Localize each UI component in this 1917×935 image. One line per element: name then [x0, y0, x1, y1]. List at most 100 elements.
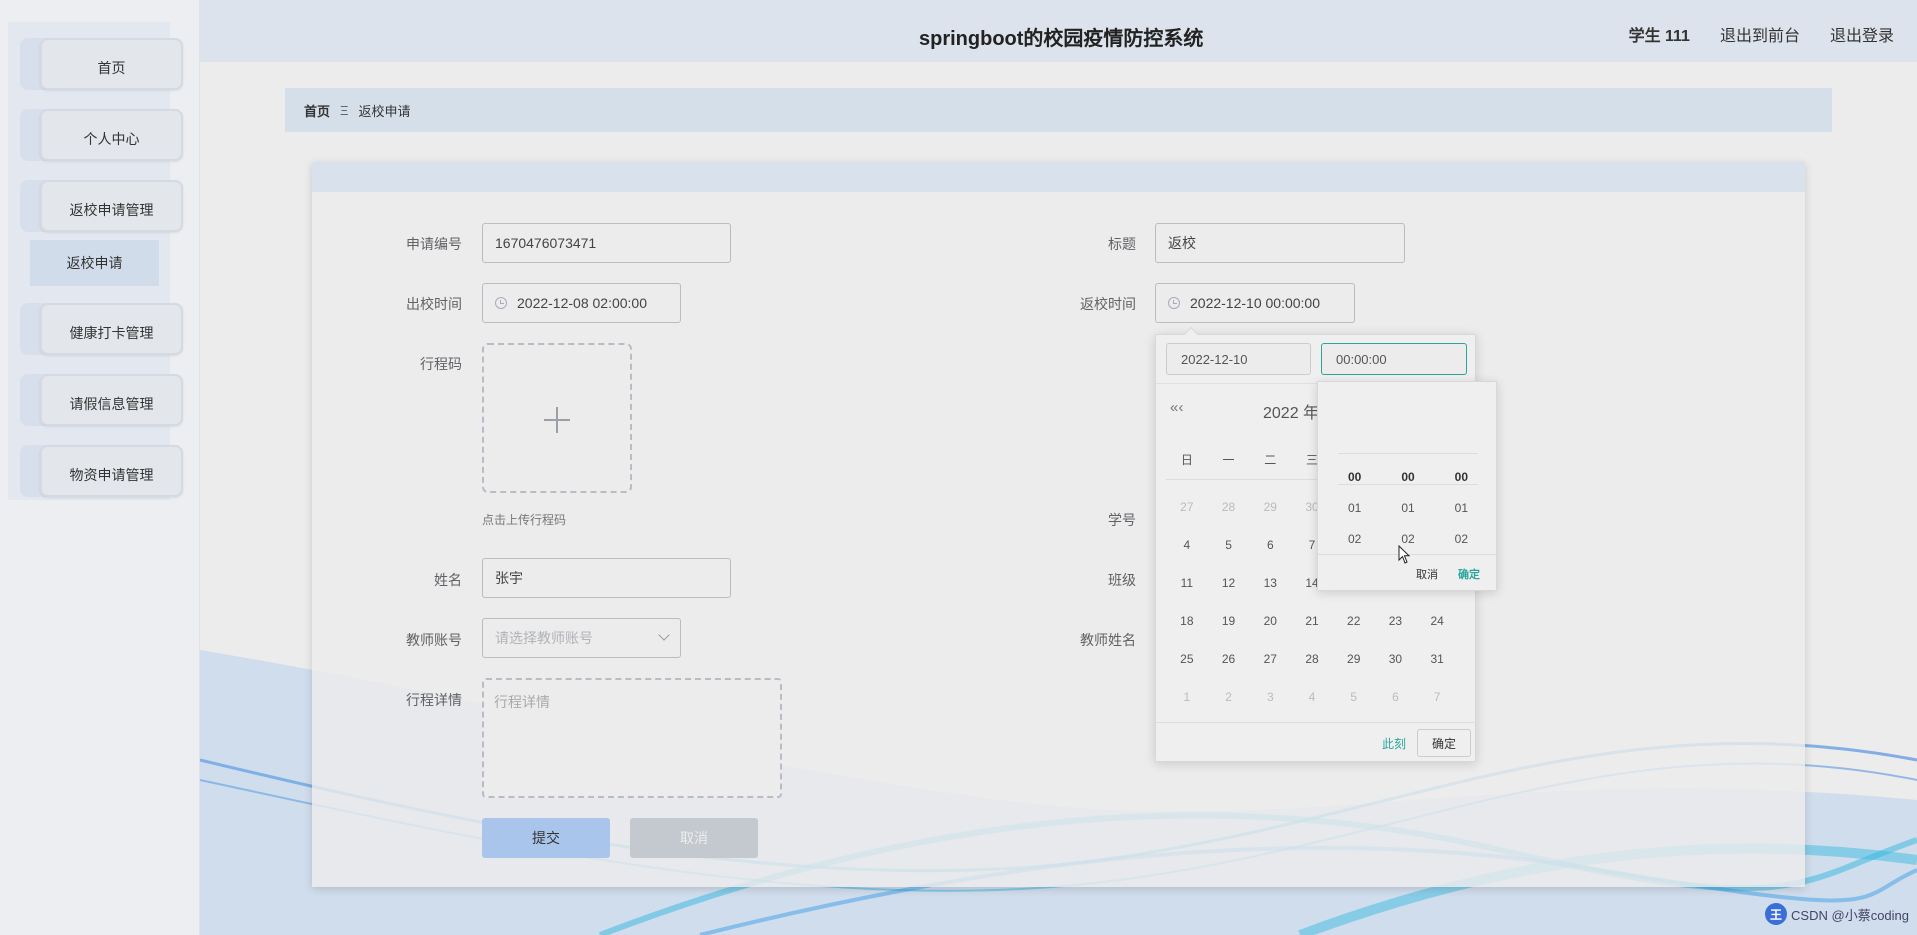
mouse-cursor-icon [1398, 545, 1411, 564]
calendar-day[interactable]: 3 [1249, 678, 1291, 716]
hour-option[interactable]: 00 [1328, 470, 1381, 484]
minute-option[interactable]: 02 [1381, 532, 1434, 546]
leave-time-value: 2022-12-08 02:00:00 [517, 295, 647, 311]
calendar-day[interactable]: 24 [1416, 602, 1458, 640]
submit-button[interactable]: 提交 [482, 818, 610, 858]
form-card: 申请编号 1670476073471 标题 返校 出校时间 2022-12-08… [312, 162, 1805, 887]
time-cancel-button[interactable]: 取消 [1416, 566, 1438, 582]
calendar-day[interactable]: 21 [1291, 602, 1333, 640]
name-input[interactable]: 张宇 [482, 558, 731, 598]
user-name[interactable]: 学生 111 [1629, 22, 1690, 46]
trip-detail-textarea[interactable]: 行程详情 [482, 678, 782, 798]
picker-ok-button[interactable]: 确定 [1417, 729, 1471, 757]
sidebar-subitem-return-apply[interactable]: 返校申请 [30, 240, 159, 286]
leave-time-input[interactable]: 2022-12-08 02:00:00 [482, 283, 681, 323]
weekday: 一 [1222, 453, 1235, 467]
sidebar-item-label: 请假信息管理 [40, 374, 183, 426]
exit-to-front-link[interactable]: 退出到前台 [1720, 22, 1800, 46]
teacher-account-select[interactable]: 请选择教师账号 [482, 618, 681, 658]
calendar-day[interactable]: 27 [1249, 640, 1291, 678]
second-option[interactable]: 00 [1435, 470, 1488, 484]
calendar-day[interactable]: 1 [1166, 678, 1208, 716]
picker-year-label[interactable]: 2022 年 [1263, 399, 1319, 423]
calendar-day[interactable]: 20 [1249, 602, 1291, 640]
csdn-watermark: 王 CSDN @小蔡coding [1765, 903, 1909, 925]
calendar-day[interactable]: 11 [1166, 564, 1208, 602]
leave-time-label: 出校时间 [406, 296, 462, 312]
upload-hint: 点击上传行程码 [482, 513, 567, 527]
calendar-day[interactable]: 26 [1208, 640, 1250, 678]
second-option[interactable]: 01 [1435, 501, 1488, 515]
time-spinner-columns: 00 00 00 01 01 01 02 02 02 [1328, 470, 1488, 546]
apply-no-label: 申请编号 [406, 236, 462, 252]
sidebar-item-label: 返校申请管理 [40, 180, 183, 232]
input-method-logo-icon: 王 [1765, 903, 1788, 925]
calendar-day[interactable]: 2 [1208, 678, 1250, 716]
logout-link[interactable]: 退出登录 [1830, 22, 1894, 46]
calendar-day[interactable]: 7 [1416, 678, 1458, 716]
now-button[interactable]: 此刻 [1382, 735, 1406, 752]
trip-code-upload[interactable] [482, 343, 632, 493]
return-time-input[interactable]: 2022-12-10 00:00:00 [1155, 283, 1355, 323]
student-no-label: 学号 [1108, 512, 1136, 528]
calendar-day[interactable]: 27 [1166, 488, 1208, 526]
calendar-day[interactable]: 22 [1333, 602, 1375, 640]
second-option[interactable]: 02 [1435, 532, 1488, 546]
clock-icon [495, 297, 507, 309]
sidebar-item-return-management[interactable]: 返校申请管理 [20, 180, 183, 232]
trip-detail-label: 行程详情 [406, 692, 462, 708]
apply-no-input[interactable]: 1670476073471 [482, 223, 731, 263]
picker-footer-divider [1156, 722, 1477, 723]
app-title: springboot的校园疫情防控系统 [919, 28, 1204, 50]
sidebar-item-label: 首页 [40, 38, 183, 90]
calendar-day[interactable]: 25 [1166, 640, 1208, 678]
return-time-label: 返校时间 [1080, 296, 1136, 312]
calendar-day[interactable]: 30 [1375, 640, 1417, 678]
calendar-day[interactable]: 23 [1375, 602, 1417, 640]
sidebar-item-supplies[interactable]: 物资申请管理 [20, 445, 183, 497]
calendar-day[interactable]: 29 [1333, 640, 1375, 678]
minute-option[interactable]: 00 [1381, 470, 1434, 484]
name-label: 姓名 [434, 572, 462, 588]
calendar-day[interactable]: 28 [1208, 488, 1250, 526]
calendar-day[interactable]: 19 [1208, 602, 1250, 640]
hour-option[interactable]: 01 [1328, 501, 1381, 515]
calendar-day[interactable]: 13 [1249, 564, 1291, 602]
picker-time-input[interactable]: 00:00:00 [1321, 343, 1467, 375]
watermark-text: CSDN @小蔡coding [1791, 907, 1909, 923]
weekday: 二 [1264, 453, 1277, 467]
calendar-day[interactable]: 5 [1208, 526, 1250, 564]
hour-option[interactable]: 02 [1328, 532, 1381, 546]
calendar-day[interactable]: 29 [1249, 488, 1291, 526]
calendar-day[interactable]: 6 [1375, 678, 1417, 716]
form-card-header [312, 162, 1805, 192]
calendar-day[interactable]: 12 [1208, 564, 1250, 602]
calendar-day[interactable]: 4 [1166, 526, 1208, 564]
sidebar-item-home[interactable]: 首页 [20, 38, 183, 90]
calendar-day[interactable]: 5 [1333, 678, 1375, 716]
clock-icon [1168, 297, 1180, 309]
prev-year-month-icon[interactable]: « ‹ [1170, 399, 1183, 416]
sidebar-item-personal-center[interactable]: 个人中心 [20, 109, 183, 161]
breadcrumb-separator-icon: Ξ [340, 102, 349, 118]
minute-option[interactable]: 01 [1381, 501, 1434, 515]
sidebar-item-label: 物资申请管理 [40, 445, 183, 497]
teacher-account-placeholder: 请选择教师账号 [495, 630, 593, 646]
sidebar-item-health-checkin[interactable]: 健康打卡管理 [20, 303, 183, 355]
calendar-day[interactable]: 4 [1291, 678, 1333, 716]
cancel-button[interactable]: 取消 [630, 818, 758, 858]
teacher-name-label: 教师姓名 [1080, 632, 1136, 648]
teacher-account-label: 教师账号 [406, 632, 462, 648]
trip-code-label: 行程码 [420, 356, 462, 372]
picker-date-input[interactable]: 2022-12-10 [1166, 343, 1311, 375]
calendar-day[interactable]: 31 [1416, 640, 1458, 678]
breadcrumb-home[interactable]: 首页 [304, 101, 330, 120]
calendar-day[interactable]: 6 [1249, 526, 1291, 564]
weekday: 日 [1180, 453, 1193, 467]
calendar-day[interactable]: 28 [1291, 640, 1333, 678]
time-ok-button[interactable]: 确定 [1458, 566, 1480, 582]
title-input[interactable]: 返校 [1155, 223, 1405, 263]
class-label: 班级 [1108, 572, 1136, 588]
sidebar-item-leave-info[interactable]: 请假信息管理 [20, 374, 183, 426]
calendar-day[interactable]: 18 [1166, 602, 1208, 640]
